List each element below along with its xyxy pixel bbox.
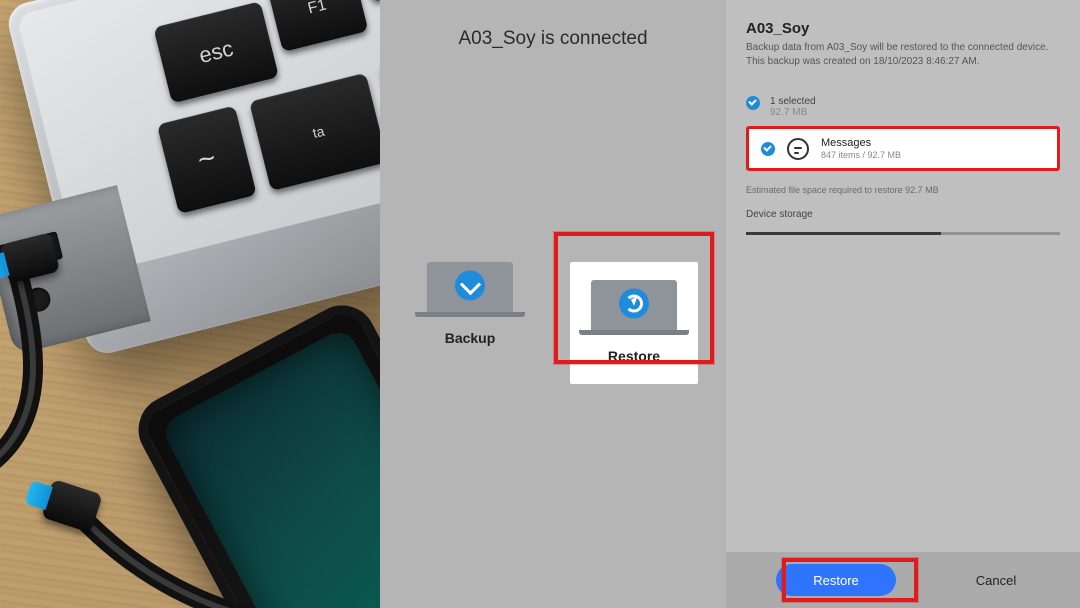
messages-name: Messages — [821, 137, 901, 149]
download-icon — [455, 271, 485, 301]
refresh-icon — [619, 289, 649, 319]
selected-count: 1 selected — [770, 96, 816, 107]
selected-summary: 1 selected 92.7 MB — [746, 96, 1060, 118]
device-storage-label: Device storage — [746, 209, 1060, 220]
backup-device-icon — [427, 262, 513, 312]
backup-tile[interactable]: Backup — [406, 262, 534, 346]
connection-panel: A03_Soy is connected Backup Restore — [380, 0, 726, 608]
restore-subtitle: Backup data from A03_Soy will be restore… — [746, 41, 1060, 68]
estimated-space: Estimated file space required to restore… — [746, 185, 1060, 195]
photo-panel: esc F1 ☼ ~ ta 1 — [0, 0, 380, 608]
connected-title: A03_Soy is connected — [380, 28, 726, 50]
restore-title: A03_Soy — [746, 20, 1060, 37]
messages-icon — [787, 138, 809, 160]
restore-device-icon — [591, 280, 677, 330]
messages-checkbox[interactable] — [761, 142, 775, 156]
restore-tile[interactable]: Restore — [570, 262, 698, 384]
device-storage-bar — [746, 232, 1060, 235]
backup-label: Backup — [406, 330, 534, 346]
restore-button[interactable]: Restore — [776, 564, 896, 596]
cancel-button[interactable]: Cancel — [936, 564, 1056, 596]
restore-label: Restore — [584, 348, 684, 364]
restore-panel: A03_Soy Backup data from A03_Soy will be… — [726, 0, 1080, 608]
audio-jack — [24, 285, 53, 314]
restore-footer: Restore Cancel — [726, 552, 1080, 608]
selected-size: 92.7 MB — [770, 107, 816, 118]
messages-item[interactable]: Messages 847 items / 92.7 MB — [746, 126, 1060, 171]
messages-detail: 847 items / 92.7 MB — [821, 150, 901, 160]
check-icon — [746, 96, 760, 110]
